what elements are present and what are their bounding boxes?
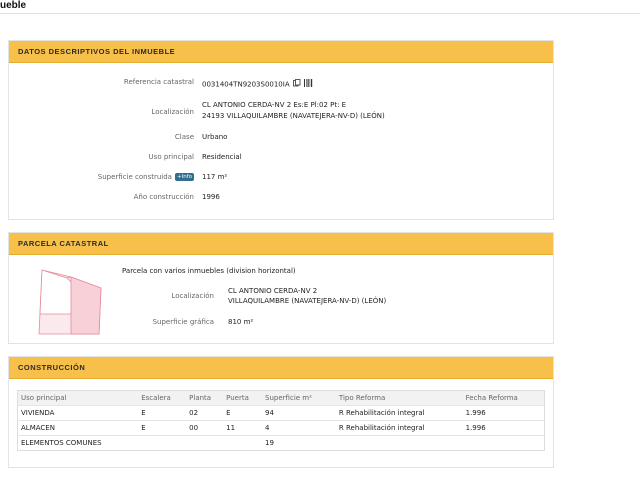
table-cell: 4 xyxy=(262,420,336,436)
anio-label: Año construcción xyxy=(133,193,194,201)
copy-icon[interactable] xyxy=(292,79,301,90)
referencia-value: 0031404TN9203S0010IA xyxy=(202,80,290,89)
table-cell: VIVIENDA xyxy=(17,405,139,421)
table-cell xyxy=(462,435,545,451)
clase-label: Clase xyxy=(174,133,194,141)
table-row: ALMACEN E 00 11 4 R Rehabilitación integ… xyxy=(17,420,545,436)
column-header: Escalera xyxy=(138,390,187,406)
table-cell: E xyxy=(223,405,263,421)
superficie-label: Superficie construida xyxy=(97,173,172,181)
parcela-localizacion-line1: CL ANTONIO CERDA-NV 2 xyxy=(228,287,318,295)
anio-value: 1996 xyxy=(202,193,220,201)
parcela-header: PARCELA CATASTRAL xyxy=(9,233,553,255)
construccion-table: Uso principal Escalera Planta Puerta Sup… xyxy=(17,390,545,451)
datos-descriptivos-header: DATOS DESCRIPTIVOS DEL INMUEBLE xyxy=(9,41,553,63)
uso-principal-label: Uso principal xyxy=(148,153,194,161)
table-cell: 1.996 xyxy=(462,405,545,421)
table-cell: R Rehabilitación integral xyxy=(335,420,463,436)
table-cell: 11 xyxy=(223,420,263,436)
column-header: Superficie m² xyxy=(262,390,336,406)
table-cell xyxy=(138,435,187,451)
clase-value: Urbano xyxy=(202,133,228,141)
page-title: ueble xyxy=(0,0,27,11)
table-cell: ELEMENTOS COMUNES xyxy=(17,435,139,451)
table-row: VIVIENDA E 02 E 94 R Rehabilitación inte… xyxy=(17,405,545,421)
column-header: Tipo Reforma xyxy=(335,390,463,406)
referencia-label: Referencia catastral xyxy=(123,78,194,86)
parcela-superficie-label: Superficie gráfica xyxy=(152,318,214,326)
table-cell xyxy=(186,435,224,451)
construccion-panel: CONSTRUCCIÓN Uso principal Escalera Plan… xyxy=(8,356,554,468)
table-cell xyxy=(223,435,263,451)
localizacion-label: Localización xyxy=(151,108,194,116)
table-cell: 94 xyxy=(262,405,336,421)
parcela-description: Parcela con varios inmuebles (division h… xyxy=(122,267,296,275)
superficie-label-row: Superficie construida +Info xyxy=(9,172,194,182)
superficie-value: 117 m² xyxy=(202,173,228,181)
table-cell: 00 xyxy=(186,420,224,436)
referencia-value-row: 0031404TN9203S0010IA xyxy=(202,79,313,90)
table-cell: E xyxy=(138,405,187,421)
parcela-localizacion-label: Localización xyxy=(171,292,214,300)
barcode-icon[interactable] xyxy=(303,79,313,90)
table-cell: 1.996 xyxy=(462,420,545,436)
column-header: Puerta xyxy=(223,390,263,406)
table-row: ELEMENTOS COMUNES 19 xyxy=(17,435,545,451)
table-cell: E xyxy=(138,420,187,436)
table-cell xyxy=(335,435,463,451)
localizacion-line1: CL ANTONIO CERDA-NV 2 Es:E Pl:02 Pt: E xyxy=(202,101,347,109)
column-header: Planta xyxy=(186,390,224,406)
top-divider xyxy=(0,13,640,14)
column-header: Uso principal xyxy=(17,390,139,406)
info-button[interactable]: +Info xyxy=(174,173,194,181)
table-cell: 19 xyxy=(262,435,336,451)
column-header: Fecha Reforma xyxy=(462,390,545,406)
construccion-header: CONSTRUCCIÓN xyxy=(9,357,553,379)
table-cell: 02 xyxy=(186,405,224,421)
parcela-panel: PARCELA CATASTRAL Parcela con varios inm… xyxy=(8,232,554,344)
parcela-superficie-value: 810 m² xyxy=(228,318,254,326)
localizacion-line2: 24193 VILLAQUILAMBRE (NAVATEJERA-NV-D) (… xyxy=(202,112,385,120)
datos-descriptivos-panel: DATOS DESCRIPTIVOS DEL INMUEBLE Referenc… xyxy=(8,40,554,220)
parcela-localizacion-line2: VILLAQUILAMBRE (NAVATEJERA-NV-D) (LEÓN) xyxy=(228,297,387,305)
table-cell: ALMACEN xyxy=(17,420,139,436)
uso-principal-value: Residencial xyxy=(202,153,242,161)
table-header-row: Uso principal Escalera Planta Puerta Sup… xyxy=(17,390,545,406)
table-cell: R Rehabilitación integral xyxy=(335,405,463,421)
